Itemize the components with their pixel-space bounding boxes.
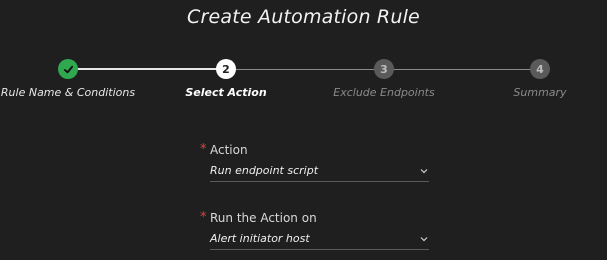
required-indicator: * [200, 210, 207, 225]
step-4-indicator: 4 [530, 59, 550, 79]
run-on-field-label: * Run the Action on [200, 210, 429, 225]
step-3-label: Exclude Endpoints [333, 86, 435, 99]
step-2-indicator[interactable]: 2 [216, 59, 236, 79]
action-select-value: Run endpoint script [210, 164, 319, 177]
step-1-indicator[interactable] [58, 59, 78, 79]
required-indicator: * [200, 142, 207, 157]
stepper-progress-line [68, 68, 226, 70]
step-4-label: Summary [513, 86, 567, 99]
action-select[interactable]: Run endpoint script [210, 160, 429, 182]
run-on-label-text: Run the Action on [210, 210, 317, 225]
action-field-label: * Action [200, 142, 429, 157]
chevron-down-icon [419, 166, 429, 176]
run-on-field: * Run the Action on Alert initiator host [200, 210, 429, 250]
page-title: Create Automation Rule [187, 6, 420, 28]
run-on-select[interactable]: Alert initiator host [210, 228, 429, 250]
run-on-select-value: Alert initiator host [210, 232, 310, 245]
chevron-down-icon [419, 234, 429, 244]
action-field: * Action Run endpoint script [200, 142, 429, 182]
step-3-indicator: 3 [374, 59, 394, 79]
create-automation-rule-page: Create Automation Rule 2 3 4 Rule Name &… [0, 0, 607, 260]
action-label-text: Action [210, 142, 248, 157]
step-2-label: Select Action [185, 86, 267, 99]
check-icon [63, 65, 73, 73]
step-1-label[interactable]: Rule Name & Conditions [1, 86, 135, 99]
